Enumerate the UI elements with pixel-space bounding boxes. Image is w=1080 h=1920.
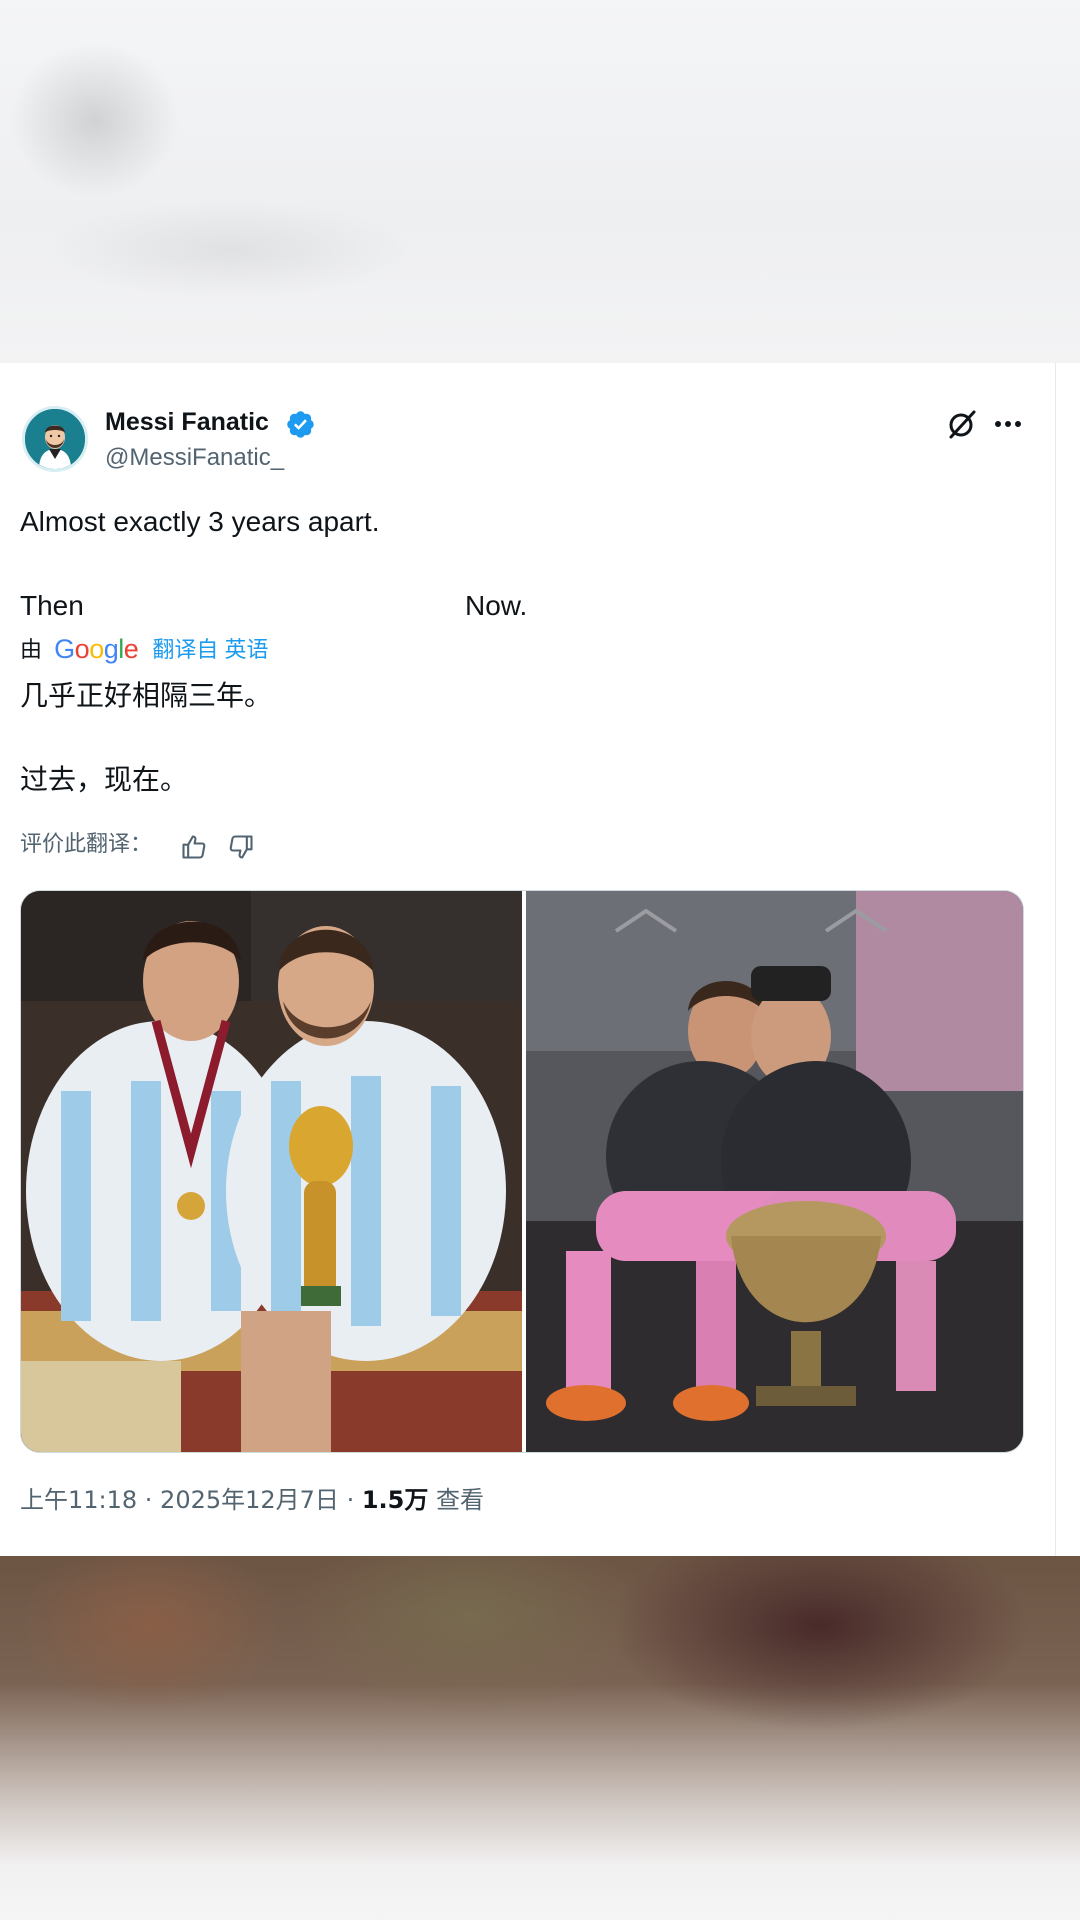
verified-badge-icon <box>287 411 314 438</box>
tweet-text-then: Then <box>20 590 84 621</box>
view-count: 1.5万 <box>361 1486 429 1514</box>
photo-then-image <box>21 891 522 1452</box>
tweet-timestamp[interactable]: 上午11:18 · 2025年12月7日 · <box>20 1486 362 1514</box>
tweet-meta: 上午11:18 · 2025年12月7日 · 1.5万 查看 <box>20 1485 484 1515</box>
translated-text-line: 几乎正好相隔三年。 <box>20 679 273 712</box>
tweet-text-line: Almost exactly 3 years apart. <box>20 506 380 537</box>
thumbs-down-icon[interactable] <box>227 833 255 861</box>
display-name[interactable]: Messi Fanatic <box>105 407 269 437</box>
avatar[interactable] <box>22 406 88 472</box>
rate-translation-label: 评价此翻译： <box>20 832 153 857</box>
translated-text-line: 过去，现在。 <box>20 763 189 796</box>
photo-now-image <box>526 891 1023 1452</box>
google-logo: Google <box>54 634 139 664</box>
translation-attribution: 由 Google 翻译自 英语 <box>20 634 269 664</box>
grok-icon[interactable] <box>945 407 979 441</box>
translated-from-link[interactable]: 翻译自 英语 <box>152 637 268 662</box>
tweet-text-now: Now. <box>465 590 528 621</box>
tweet-media[interactable] <box>20 890 1024 1453</box>
tweet-card[interactable]: Messi Fanatic @MessiFanatic_ Almost exac… <box>0 363 1056 1556</box>
card-right-strip <box>1056 363 1080 1556</box>
thumbs-up-icon[interactable] <box>180 833 208 861</box>
avatar-illustration <box>25 409 85 469</box>
photo-now[interactable] <box>526 891 1023 1452</box>
translated-by-label: 由 <box>20 637 43 662</box>
background-blur-bottom <box>0 1556 1080 1920</box>
photo-then[interactable] <box>21 891 522 1452</box>
views-label: 查看 <box>428 1486 484 1514</box>
more-icon[interactable] <box>992 413 1024 435</box>
background-blur-top <box>0 0 1080 363</box>
user-handle[interactable]: @MessiFanatic_ <box>105 443 284 473</box>
